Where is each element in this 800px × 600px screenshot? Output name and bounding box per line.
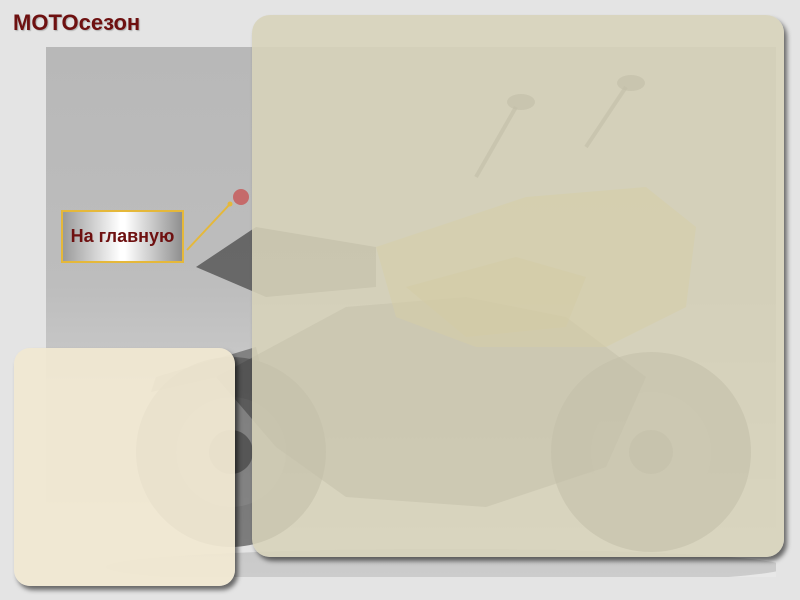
side-panel xyxy=(14,348,235,586)
site-title: MOTOсезон xyxy=(13,10,141,35)
nav-home-button[interactable]: На главную xyxy=(61,210,184,263)
page: MOTOсезон На главную xyxy=(0,0,800,600)
main-content-panel xyxy=(252,15,784,557)
